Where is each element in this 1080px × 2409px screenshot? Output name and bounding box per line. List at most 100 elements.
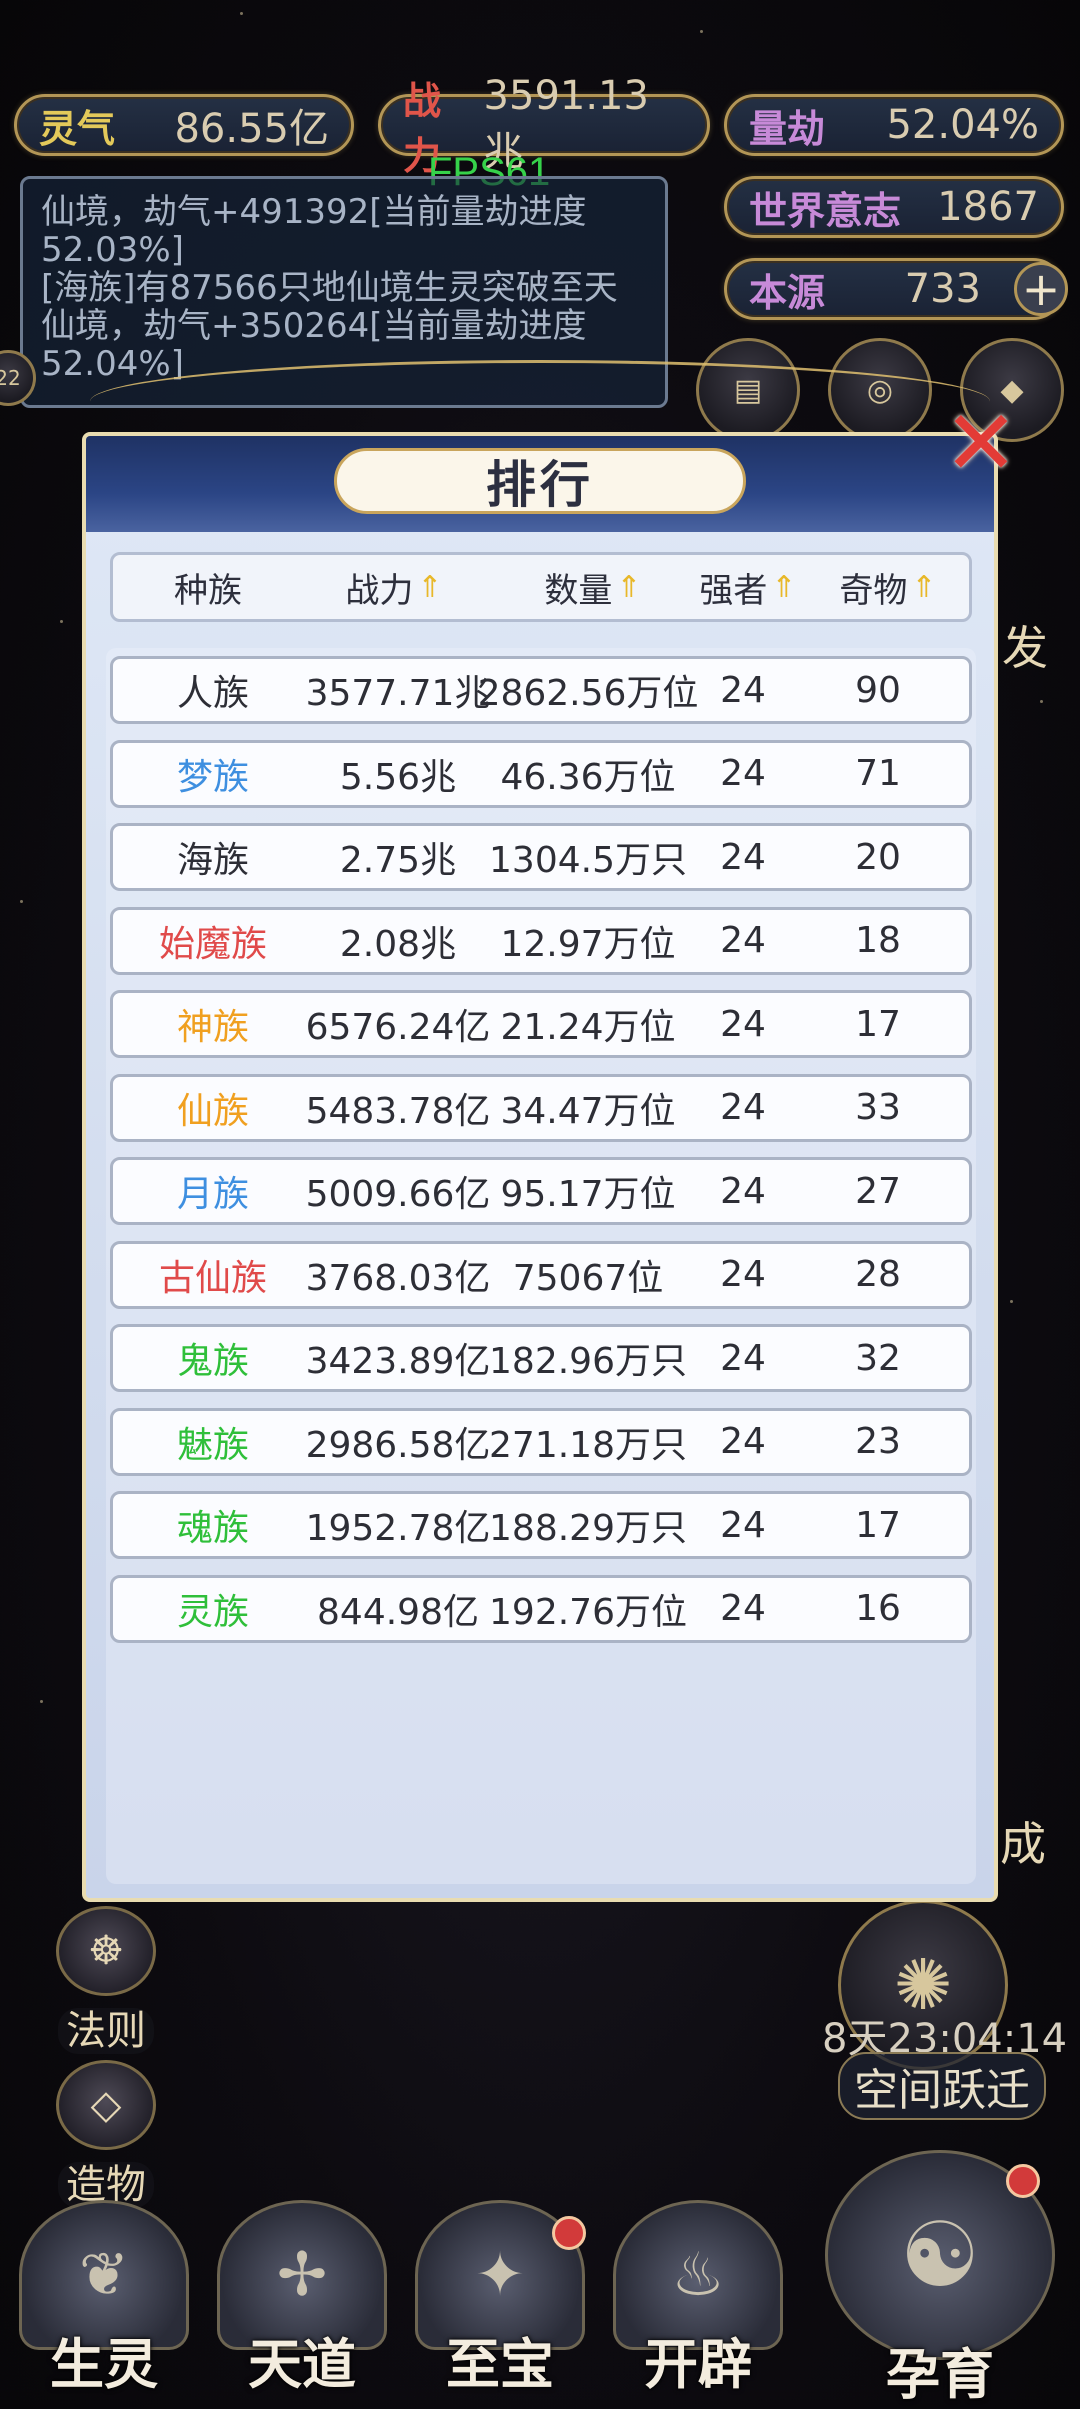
- sort-count-button[interactable]: 数量 ⇑: [493, 555, 693, 619]
- log-line: [海族]有87566只地仙境生灵突破至天: [41, 268, 618, 308]
- table-row[interactable]: 始魔族 2.08兆 12.97万位 24 18: [110, 906, 972, 975]
- table-row[interactable]: 人族 3577.71兆 2862.56万位 24 90: [110, 656, 972, 724]
- power-cell: 5483.78亿: [305, 1090, 491, 1132]
- right-side-label-top[interactable]: 发: [1002, 612, 1048, 678]
- artifact-cell: 16: [855, 1588, 901, 1629]
- table-row[interactable]: 鬼族 3423.89亿 182.96万只 24 32: [110, 1324, 972, 1392]
- rules-label: 法则: [58, 2008, 154, 2054]
- race-cell: 始魔族: [158, 923, 267, 965]
- count-cell: 1304.5万只: [489, 840, 687, 881]
- artifact-cell: 71: [855, 753, 901, 794]
- liangjie-label: 量劫: [749, 105, 826, 151]
- table-row[interactable]: 仙族 5483.78亿 34.47万位 24 33: [110, 1073, 972, 1142]
- count-cell: 192.76万位: [489, 1591, 687, 1633]
- power-cell: 1952.78亿: [305, 1508, 491, 1549]
- strong-cell: 24: [720, 836, 766, 878]
- sort-up-icon: ⇑: [616, 569, 642, 605]
- lingqi-label: 灵气: [39, 105, 116, 151]
- table-row[interactable]: 梦族 5.56兆 46.36万位 24 71: [110, 739, 972, 808]
- sort-artifact-button[interactable]: 奇物 ⇑: [813, 555, 963, 619]
- modal-decor-arc: [90, 360, 990, 443]
- nav-zhibao-label: 至宝: [446, 2332, 554, 2396]
- race-cell: 月族: [176, 1174, 249, 1215]
- strong-cell: 24: [720, 1170, 766, 1212]
- artifact-cell: 90: [855, 669, 901, 711]
- strong-cell: 24: [720, 753, 766, 794]
- table-row[interactable]: 魅族 2986.58亿 271.18万只 24 23: [110, 1407, 972, 1476]
- col-power-label: 战力: [345, 570, 414, 611]
- strong-cell: 24: [720, 1504, 766, 1546]
- count-cell: 21.24万位: [500, 1007, 676, 1048]
- power-cell: 2986.58亿: [305, 1424, 491, 1466]
- strong-cell: 24: [720, 1421, 766, 1462]
- power-cell: 2.08兆: [339, 923, 457, 965]
- power-cell: 3577.71兆: [305, 673, 491, 714]
- sort-strong-button[interactable]: 强者 ⇑: [693, 555, 803, 619]
- left-edge-badge-value: 22: [0, 366, 21, 390]
- shijie-label: 世界意志: [749, 187, 902, 233]
- artifact-cell: 23: [855, 1421, 901, 1462]
- strong-cell: 24: [720, 669, 766, 711]
- strong-cell: 24: [720, 1003, 766, 1045]
- strong-cell: 24: [720, 1588, 766, 1629]
- race-cell: 人族: [176, 673, 249, 714]
- table-row[interactable]: 月族 5009.66亿 95.17万位 24 27: [110, 1157, 972, 1225]
- count-cell: 34.47万位: [500, 1090, 676, 1132]
- nav-kaipi-label: 开辟: [644, 2332, 752, 2396]
- nav-shengling[interactable]: ❦ 生灵: [14, 2200, 194, 2399]
- nav-kaipi[interactable]: ♨ 开辟: [608, 2200, 788, 2399]
- count-cell: 95.17万位: [500, 1174, 676, 1215]
- count-cell: 12.97万位: [500, 923, 676, 965]
- count-cell: 75067位: [512, 1257, 664, 1299]
- close-icon[interactable]: ✕: [938, 391, 1024, 496]
- creation-button[interactable]: ◇ 造物: [46, 2060, 166, 2210]
- power-cell: 5.56兆: [339, 756, 457, 798]
- log-line: 仙境，劫气+491392[当前量劫进度: [41, 192, 587, 232]
- artifact-cell: 18: [855, 920, 901, 961]
- space-jump-button[interactable]: 空间跃迁: [838, 2052, 1046, 2120]
- rules-icon: ☸: [56, 1906, 156, 1996]
- table-row[interactable]: 神族 6576.24亿 21.24万位 24 17: [110, 990, 972, 1058]
- creation-icon: ◇: [56, 2060, 156, 2150]
- sort-up-icon: ⇑: [911, 569, 937, 605]
- race-cell: 仙族: [176, 1090, 249, 1132]
- strong-cell: 24: [720, 1087, 766, 1128]
- col-strong-label: 强者: [699, 570, 768, 611]
- table-row[interactable]: 魂族 1952.78亿 188.29万只 24 17: [110, 1491, 972, 1559]
- benyuan-label: 本源: [749, 269, 826, 315]
- count-cell: 182.96万只: [489, 1341, 687, 1382]
- zhanli-stat: 战力 3591.13兆: [378, 73, 710, 178]
- power-cell: 2.75兆: [339, 840, 457, 881]
- log-line: 52.03%]: [41, 230, 184, 270]
- nav-yunyu-label: 孕育: [886, 2342, 994, 2406]
- artifact-cell: 17: [855, 1003, 901, 1045]
- artifact-cell: 28: [855, 1254, 901, 1295]
- shijie-value: 1867: [937, 184, 1039, 230]
- liangjie-value: 52.04%: [886, 102, 1039, 148]
- rules-button[interactable]: ☸ 法则: [46, 1906, 166, 2056]
- count-cell: 46.36万位: [500, 756, 676, 798]
- nav-shengling-label: 生灵: [50, 2332, 158, 2396]
- right-side-label-bottom[interactable]: 成: [1000, 1808, 1046, 1874]
- table-row[interactable]: 灵族 844.98亿 192.76万位 24 16: [110, 1574, 972, 1643]
- col-race-label: 种族: [174, 570, 242, 611]
- artifact-cell: 17: [855, 1504, 901, 1546]
- lingqi-stat: 灵气 86.55亿: [14, 94, 354, 156]
- sort-up-icon: ⇑: [417, 569, 443, 605]
- artifact-cell: 32: [855, 1337, 901, 1379]
- race-cell: 魅族: [176, 1424, 249, 1466]
- table-row[interactable]: 海族 2.75兆 1304.5万只 24 20: [110, 823, 972, 891]
- count-cell: 271.18万只: [489, 1424, 687, 1466]
- col-count-label: 数量: [544, 570, 613, 611]
- shijie-stat: 世界意志 1867: [724, 176, 1064, 238]
- power-cell: 3768.03亿: [305, 1257, 491, 1299]
- power-cell: 6576.24亿: [305, 1007, 491, 1048]
- ranking-modal: 排行 种族 战力 ⇑ 数量 ⇑ 强者 ⇑ 奇物 ⇑ 人族 3577.71兆 2862.56万…: [82, 432, 998, 1902]
- table-row[interactable]: 古仙族 3768.03亿 75067位 24 28: [110, 1240, 972, 1309]
- strong-cell: 24: [720, 920, 766, 961]
- nav-tiandao[interactable]: ✢ 天道: [212, 2200, 392, 2399]
- sort-power-button[interactable]: 战力 ⇑: [309, 555, 479, 619]
- liangjie-stat: 量劫 52.04%: [724, 94, 1064, 156]
- benyuan-add-button[interactable]: +: [1014, 262, 1068, 316]
- race-cell: 梦族: [176, 756, 249, 798]
